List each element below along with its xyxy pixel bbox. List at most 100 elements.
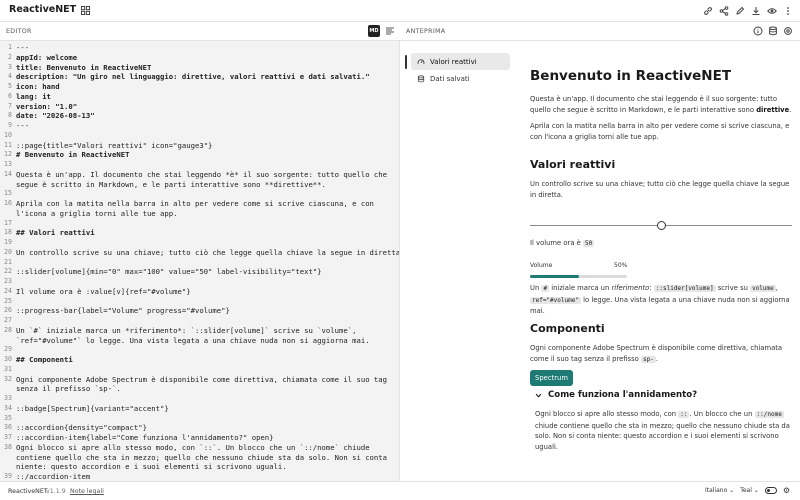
nav-item-valori-reattivi[interactable]: Valori reattivi bbox=[411, 53, 510, 70]
code-line[interactable]: 10 bbox=[0, 130, 399, 141]
code-line[interactable]: 9 --- bbox=[0, 121, 399, 131]
code-line[interactable]: 8 date: "2026-08-13" bbox=[0, 111, 399, 121]
code-line[interactable]: 23 bbox=[0, 277, 399, 287]
code-line[interactable]: 32 Ogni componente Adobe Spectrum è dispo… bbox=[0, 374, 399, 385]
code-line[interactable]: 20 Un controllo scrive su una chiave; tut… bbox=[0, 248, 399, 258]
code-line[interactable]: 26::progress-bar{label="Volume" progress… bbox=[0, 306, 399, 316]
line-number: 10 bbox=[4, 130, 12, 139]
code-line[interactable]: 13 bbox=[0, 160, 399, 170]
theme-select[interactable]: Teal ⌄ bbox=[740, 487, 759, 494]
code-line[interactable]: 7 version: "1.0" bbox=[0, 102, 399, 112]
code-line[interactable]: 25 bbox=[0, 296, 399, 307]
code-line[interactable]: 21 bbox=[0, 257, 399, 268]
line-number: 25 bbox=[4, 296, 12, 305]
dark-mode-toggle[interactable] bbox=[764, 487, 777, 494]
line-text: Questa è un'app. Il documento che stai l… bbox=[16, 169, 388, 179]
line-number: 23 bbox=[4, 277, 12, 285]
line-number: 11 bbox=[4, 140, 12, 149]
line-number: 37 bbox=[4, 433, 12, 441]
code-line[interactable]: 6 lang: it bbox=[0, 92, 399, 102]
code-line[interactable]: 35 bbox=[0, 414, 399, 424]
line-text: ::progress-bar{label="Volume" progress="… bbox=[16, 306, 230, 316]
settings-icon[interactable]: ⚙ bbox=[783, 486, 790, 495]
active-nav-indicator bbox=[405, 55, 407, 69]
code-line[interactable]: 14 Questa è un'app. Il documento che stai… bbox=[0, 169, 399, 180]
code-line[interactable]: 2 appId: welcome bbox=[0, 53, 399, 63]
code-line[interactable]: 36::accordion{density="compact"} bbox=[0, 423, 399, 433]
editor-title: EDITOR bbox=[6, 28, 32, 35]
line-number: 30 bbox=[4, 355, 12, 363]
database-icon[interactable] bbox=[768, 26, 778, 36]
nav-item-dati-salvati[interactable]: Dati salvati bbox=[411, 70, 510, 87]
line-text: ::accordion-item{label="Come funziona l'… bbox=[16, 433, 274, 442]
code-line[interactable]: 17 bbox=[0, 218, 399, 229]
code-line[interactable]: 12 # Benvenuto in ReactiveNET bbox=[0, 150, 399, 160]
line-text: contiene quello che sta in mezzo; quello… bbox=[16, 452, 388, 462]
code-line[interactable]: 19 bbox=[0, 238, 399, 248]
code-line[interactable]: 27 bbox=[0, 316, 399, 326]
download-icon[interactable] bbox=[749, 4, 762, 17]
line-text: l'icona a griglia torni alle tue app. bbox=[16, 208, 178, 218]
line-text: # Benvenuto in ReactiveNET bbox=[16, 150, 130, 160]
line-number: 13 bbox=[4, 160, 12, 168]
code-line[interactable]: 30 ## Componenti bbox=[0, 355, 399, 365]
line-text: Ogni blocco si apre allo stesso modo, co… bbox=[16, 442, 370, 452]
code-editor[interactable]: 1 --- 2 appId: welcome 3 title: Benvenuto in … bbox=[0, 41, 400, 481]
code-line[interactable]: niente: questo accordion e i suoi elemen… bbox=[0, 462, 399, 472]
code-line[interactable]: 38 Ogni blocco si apre allo stesso modo, … bbox=[0, 442, 399, 453]
line-number: 26 bbox=[4, 306, 12, 315]
edit-icon[interactable] bbox=[733, 4, 746, 17]
code-line[interactable]: senza il prefisso `sp-`. bbox=[0, 384, 399, 394]
code-line[interactable]: 16 Aprila con la matita nella barra in al… bbox=[0, 199, 399, 209]
chevron-down-icon bbox=[535, 393, 542, 398]
section-heading-componenti: Componenti bbox=[530, 322, 605, 335]
code-line[interactable]: 33 bbox=[0, 394, 399, 404]
line-number: 18 bbox=[4, 228, 12, 237]
code-line[interactable]: 4 description: "Un giro nel linguaggio: d… bbox=[0, 72, 399, 82]
more-icon[interactable] bbox=[781, 4, 794, 17]
eye-icon[interactable] bbox=[765, 4, 778, 17]
database-icon bbox=[417, 74, 425, 82]
status-app-name: ReactiveNET bbox=[8, 488, 48, 495]
code-line[interactable]: 39::/accordion-item bbox=[0, 472, 399, 481]
accordion-item-header[interactable]: Come funziona l'annidamento? bbox=[535, 390, 697, 400]
legal-notes-link[interactable]: Note legali bbox=[70, 488, 104, 495]
code-line[interactable]: 15 bbox=[0, 189, 399, 199]
line-number: 32 bbox=[4, 374, 12, 383]
preview-content: Benvenuto in ReactiveNET Questa è un'app… bbox=[530, 41, 792, 481]
code-line[interactable]: 3 title: Benvenuto in ReactiveNET bbox=[0, 63, 399, 73]
settings-icon[interactable] bbox=[783, 26, 793, 36]
markdown-mode-button[interactable]: MD bbox=[368, 25, 380, 37]
code-line[interactable]: 31 bbox=[0, 365, 399, 375]
language-select[interactable]: Italiano ⌄ bbox=[705, 487, 734, 494]
line-number: 34 bbox=[4, 403, 12, 412]
code-lines[interactable]: 1 --- 2 appId: welcome 3 title: Benvenuto in … bbox=[0, 43, 399, 481]
code-line[interactable]: segue è scritto in Markdown, e le parti … bbox=[0, 180, 399, 190]
link-icon[interactable] bbox=[701, 4, 714, 17]
code-line[interactable]: 22::slider[volume]{min="0" max="100" val… bbox=[0, 267, 399, 277]
code-line[interactable]: 18 ## Valori reattivi bbox=[0, 228, 399, 238]
code-line[interactable]: `ref="#volume"` lo legge. Una vista lega… bbox=[0, 336, 399, 346]
line-number: 17 bbox=[4, 218, 12, 227]
share-icon[interactable] bbox=[717, 4, 730, 17]
code-line[interactable]: l'icona a griglia torni alle tue app. bbox=[0, 208, 399, 219]
code-line[interactable]: 24 Il volume ora è :value[v]{ref="#volume… bbox=[0, 287, 399, 297]
code-line[interactable]: 11::page{title="Valori reattivi" icon="g… bbox=[0, 140, 399, 151]
info-icon[interactable] bbox=[753, 26, 763, 36]
volume-slider-handle[interactable] bbox=[656, 221, 666, 230]
volume-value: 50 bbox=[583, 240, 595, 247]
code-line[interactable]: 28 Un `#` iniziale marca un *riferimento*… bbox=[0, 326, 399, 336]
grid-icon[interactable] bbox=[81, 6, 90, 15]
code-line[interactable]: 34::badge[Spectrum]{variant="accent"} bbox=[0, 403, 399, 414]
line-number: 21 bbox=[4, 257, 12, 266]
document-icon[interactable] bbox=[385, 26, 395, 36]
line-number: 36 bbox=[4, 423, 12, 432]
volume-readout: Il volume ora è 50 bbox=[530, 239, 595, 247]
code-line[interactable]: 29 bbox=[0, 345, 399, 355]
code-line[interactable]: 1 --- bbox=[0, 43, 399, 53]
code-line[interactable]: 37::accordion-item{label="Come funziona … bbox=[0, 433, 399, 443]
code-line[interactable]: 5 icon: hand bbox=[0, 82, 399, 92]
code-line[interactable]: contiene quello che sta in mezzo; quello… bbox=[0, 452, 399, 463]
line-number: 22 bbox=[4, 267, 12, 276]
line-text: date: "2026-08-13" bbox=[16, 111, 95, 121]
